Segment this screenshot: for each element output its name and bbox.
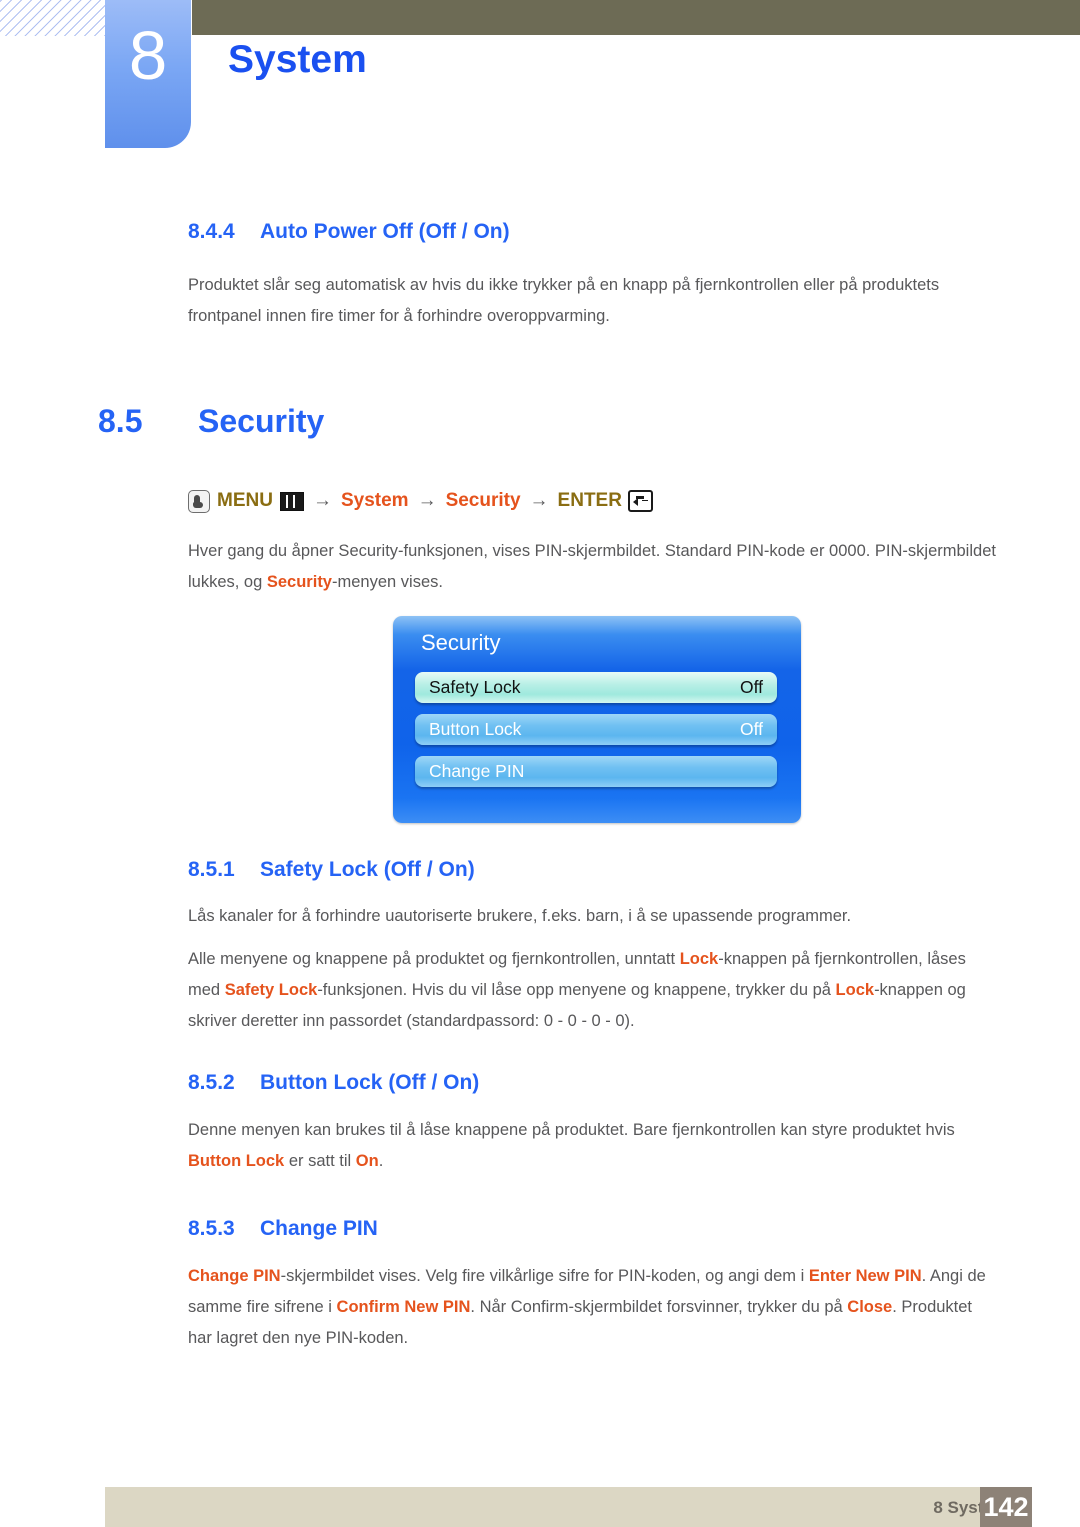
menu-path-arrow-1: → — [312, 490, 332, 511]
paragraph-8-5-1-b: Alle menyene og knappene på produktet og… — [188, 944, 1000, 1037]
heading-text: Security — [198, 403, 325, 439]
paragraph-highlight-security: Security — [266, 573, 332, 591]
heading-8-5-2: 8.5.2 Button Lock (Off / On) — [188, 1070, 479, 1096]
chapter-title: System — [228, 38, 367, 81]
menu-path-arrow-2: → — [417, 490, 437, 511]
osd-row-value: Off — [739, 677, 763, 697]
footer-page-number: 142 — [983, 1492, 1029, 1522]
paragraph-highlight-lock-2: Lock — [835, 981, 875, 999]
header-olive-bar — [192, 0, 1080, 35]
heading-text: Change PIN — [260, 1217, 378, 1240]
heading-8-5-1: 8.5.1 Safety Lock (Off / On) — [188, 857, 475, 883]
heading-number: 8.5.3 — [188, 1217, 235, 1240]
paragraph-highlight-enter-new-pin: Enter New PIN — [808, 1267, 922, 1285]
paragraph-text-1: Denne menyen kan brukes til å låse knapp… — [188, 1121, 955, 1139]
paragraph-8-5-2: Denne menyen kan brukes til å låse knapp… — [188, 1115, 1000, 1177]
paragraph-highlight-button-lock: Button Lock — [188, 1152, 285, 1170]
heading-number: 8.5.2 — [188, 1071, 235, 1094]
paragraph-text-3: -funksjonen. Hvis du vil låse opp menyen… — [317, 981, 836, 999]
heading-number: 8.4.4 — [188, 220, 235, 243]
osd-security-menu: Security Safety Lock Off Button Lock Off… — [393, 616, 801, 823]
heading-8-4-4: 8.4.4 Auto Power Off (Off / On) — [188, 219, 510, 245]
menu-grid-icon — [279, 491, 304, 511]
paragraph-text-post: -menyen vises. — [332, 573, 443, 591]
heading-8-5: 8.5 Security — [98, 401, 324, 441]
footer-page-box: 142 — [980, 1487, 1032, 1527]
paragraph-highlight-on: On — [355, 1152, 379, 1170]
paragraph-8-4-4: Produktet slår seg automatisk av hvis du… — [188, 276, 940, 325]
osd-title: Security — [421, 630, 501, 655]
osd-row-button-lock[interactable]: Button Lock Off — [415, 714, 777, 745]
paragraph-text-2: er satt til — [284, 1152, 356, 1170]
osd-row-label: Change PIN — [429, 761, 525, 781]
paragraph-8-5-3: Change PIN-skjermbildet vises. Velg fire… — [188, 1261, 1000, 1354]
menu-path-item-security: Security — [445, 490, 521, 511]
menu-path-arrow-3: → — [529, 490, 549, 511]
decorative-hatch-pattern — [0, 0, 105, 36]
paragraph-text-1: -skjermbildet vises. Velg fire vilkårlig… — [280, 1267, 809, 1285]
paragraph-highlight-lock-1: Lock — [679, 950, 719, 968]
enter-key-icon — [627, 490, 653, 512]
paragraph-highlight-safety-lock: Safety Lock — [224, 981, 318, 999]
paragraph-text-3: . — [378, 1152, 384, 1170]
osd-row-change-pin[interactable]: Change PIN — [415, 756, 777, 787]
page-header: 8 System — [0, 0, 1080, 160]
menu-path-menu-label: MENU — [217, 490, 273, 511]
menu-path: MENU → System → Security → ENTER — [188, 488, 653, 514]
paragraph-highlight-close: Close — [847, 1298, 893, 1316]
heading-text: Button Lock (Off / On) — [260, 1071, 480, 1094]
chapter-tab: 8 — [105, 0, 191, 148]
osd-row-safety-lock[interactable]: Safety Lock Off — [415, 672, 777, 703]
paragraph-8-5: Hver gang du åpner Security-funksjonen, … — [188, 536, 1000, 598]
paragraph-highlight-change-pin: Change PIN — [188, 1267, 281, 1285]
page-footer-bar — [105, 1487, 1032, 1527]
heading-number: 8.5.1 — [188, 858, 235, 881]
osd-row-label: Safety Lock — [429, 677, 521, 697]
menu-path-item-system: System — [340, 490, 409, 511]
paragraph-8-5-1-a: Lås kanaler for å forhindre uautoriserte… — [188, 907, 852, 925]
paragraph-text-3: . Når Confirm-skjermbildet forsvinner, t… — [470, 1298, 848, 1316]
menu-path-enter-label: ENTER — [557, 490, 622, 511]
heading-text: Auto Power Off (Off / On) — [260, 220, 510, 243]
heading-8-5-3: 8.5.3 Change PIN — [188, 1216, 378, 1242]
heading-text: Safety Lock (Off / On) — [260, 858, 475, 881]
hand-press-icon — [188, 489, 210, 513]
osd-row-value: Off — [739, 719, 763, 739]
chapter-number: 8 — [128, 17, 168, 94]
heading-number: 8.5 — [98, 403, 143, 439]
paragraph-highlight-confirm-new-pin: Confirm New PIN — [336, 1298, 471, 1316]
osd-row-label: Button Lock — [429, 719, 522, 739]
paragraph-text-1: Alle menyene og knappene på produktet og… — [188, 950, 680, 968]
